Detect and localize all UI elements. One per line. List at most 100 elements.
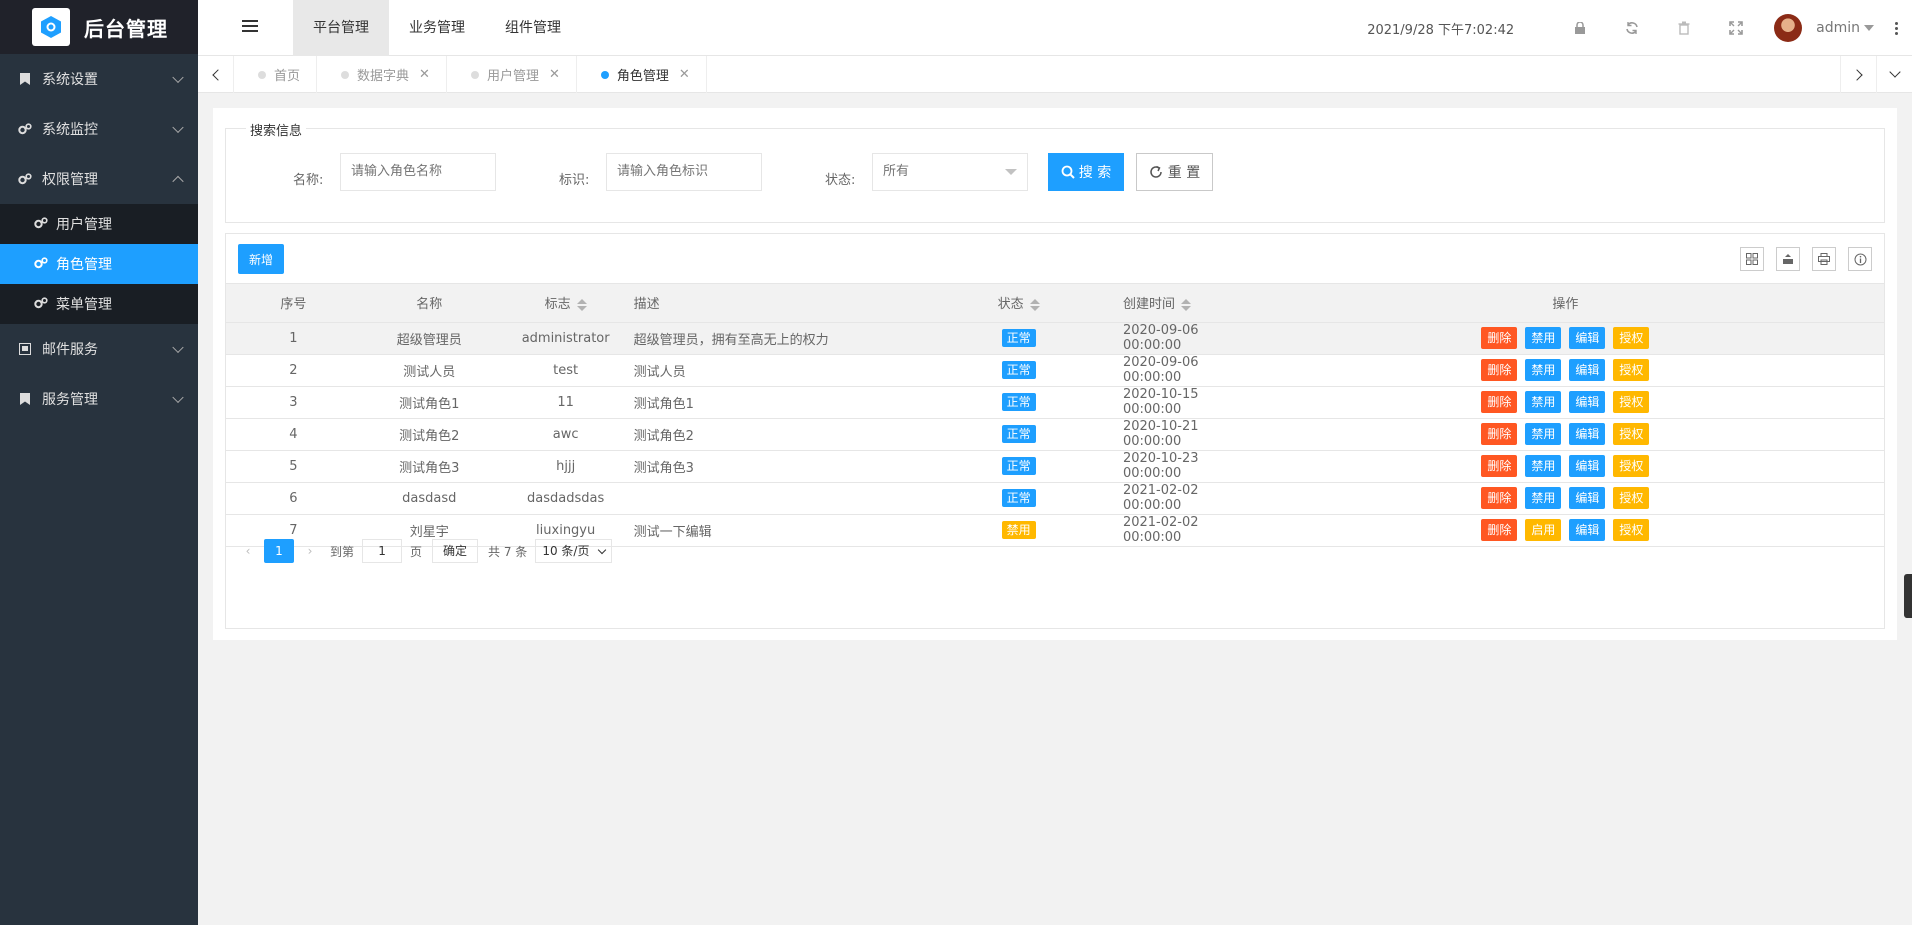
current-page[interactable]: 1 xyxy=(264,539,294,563)
role-name-input[interactable]: 请输入角色名称 xyxy=(340,153,496,191)
goto-page-input[interactable]: 1 xyxy=(362,539,403,563)
menu-toggle-icon[interactable] xyxy=(242,20,258,34)
sort-icon[interactable] xyxy=(1029,298,1040,311)
status-badge: 正常 xyxy=(1001,457,1036,475)
delete-button[interactable]: 删除 xyxy=(1481,391,1518,413)
edit-button[interactable]: 编辑 xyxy=(1569,487,1606,509)
delete-button[interactable]: 删除 xyxy=(1481,359,1518,381)
grant-button[interactable]: 授权 xyxy=(1613,487,1650,509)
delete-button[interactable]: 删除 xyxy=(1481,455,1518,477)
table-row[interactable]: 1 超级管理员 administrator 超级管理员，拥有至高无上的权力 正常 2020… xyxy=(226,322,1884,355)
sidebar-item-label: 角色管理 xyxy=(56,257,112,273)
close-icon[interactable]: ✕ xyxy=(549,67,560,82)
grant-button[interactable]: 授权 xyxy=(1613,327,1650,349)
sidebar-item-label: 用户管理 xyxy=(56,217,112,233)
edit-button[interactable]: 编辑 xyxy=(1569,423,1606,445)
header: 平台管理 业务管理 组件管理 2021/9/28 下午7:02:42 admin xyxy=(198,0,1912,56)
tab-label: 数据字典 xyxy=(357,69,410,84)
logo: 后台管理 xyxy=(0,0,198,54)
sidebar-item-services[interactable]: 服务管理 xyxy=(0,374,198,424)
role-table: 序号 名称 标志 描述 状态 创建时间 操作 1 超级管理员 administrat… xyxy=(226,284,1884,547)
sort-icon[interactable] xyxy=(576,298,587,311)
grant-button[interactable]: 授权 xyxy=(1613,359,1650,381)
sort-icon[interactable] xyxy=(1180,298,1191,311)
tab-dictionary[interactable]: 数据字典 ✕ xyxy=(317,56,447,93)
export-icon[interactable] xyxy=(1776,247,1800,271)
top-nav-components[interactable]: 组件管理 xyxy=(485,0,581,56)
user-name[interactable]: admin xyxy=(1816,20,1860,36)
col-header-created[interactable]: 创建时间 xyxy=(1122,284,1247,323)
col-header-status[interactable]: 状态 xyxy=(914,284,1123,323)
table-row[interactable]: 3 测试角色1 11 测试角色1 正常 2020-10-15 00:00:00 删除 禁用 编辑… xyxy=(226,386,1884,419)
sidebar-item-users[interactable]: 用户管理 xyxy=(0,204,198,244)
col-header-key[interactable]: 标志 xyxy=(497,284,634,323)
more-vertical-icon[interactable] xyxy=(1886,0,1906,56)
delete-button[interactable]: 删除 xyxy=(1481,487,1518,509)
prev-page-icon[interactable]: ‹ xyxy=(236,539,260,563)
sidebar-item-system-settings[interactable]: 系统设置 xyxy=(0,54,198,104)
tab-home[interactable]: 首页 xyxy=(234,56,318,93)
toggle-status-button[interactable]: 禁用 xyxy=(1525,327,1562,349)
cell-desc: 测试角色1 xyxy=(633,386,915,419)
info-icon[interactable] xyxy=(1848,247,1872,271)
close-icon[interactable]: ✕ xyxy=(679,67,690,82)
delete-button[interactable]: 删除 xyxy=(1481,327,1518,349)
edit-button[interactable]: 编辑 xyxy=(1569,391,1606,413)
sidebar-item-roles[interactable]: 角色管理 xyxy=(0,244,198,284)
table-row[interactable]: 6 dasdasd dasdadsdas 正常 2021-02-02 00:00:00 删… xyxy=(226,482,1884,515)
top-nav-business[interactable]: 业务管理 xyxy=(389,0,485,56)
cell-created: 2020-10-21 00:00:00 xyxy=(1122,418,1247,451)
tabs-menu-chevron-down-icon[interactable] xyxy=(1876,56,1912,93)
edit-button[interactable]: 编辑 xyxy=(1569,455,1606,477)
tabs-scroll-right-icon[interactable] xyxy=(1840,56,1876,93)
edit-button[interactable]: 编辑 xyxy=(1569,359,1606,381)
grant-button[interactable]: 授权 xyxy=(1613,423,1650,445)
tabs-scroll-left-icon[interactable] xyxy=(198,56,234,93)
cell-key: dasdadsdas xyxy=(497,482,634,515)
goto-label: 到第 xyxy=(330,544,355,559)
cell-status: 正常 xyxy=(914,354,1123,387)
trash-icon[interactable] xyxy=(1658,0,1710,56)
toggle-status-button[interactable]: 禁用 xyxy=(1525,487,1562,509)
sidebar-item-permissions[interactable]: 权限管理 xyxy=(0,154,198,204)
table-row[interactable]: 4 测试角色2 awc 测试角色2 正常 2020-10-21 00:00:00 删除 禁用编… xyxy=(226,418,1884,451)
close-icon[interactable]: ✕ xyxy=(419,67,430,82)
role-table-panel: 新增 序号 名称 标志 描述 状态 创建时间 操作 1 超级管理员 admini… xyxy=(225,233,1885,629)
next-page-icon[interactable]: › xyxy=(298,539,322,563)
sidebar-item-system-monitor[interactable]: 系统监控 xyxy=(0,104,198,154)
page-size-select[interactable]: 10 条/页 xyxy=(535,539,613,563)
toggle-status-button[interactable]: 禁用 xyxy=(1525,423,1562,445)
grant-button[interactable]: 授权 xyxy=(1613,391,1650,413)
role-key-input[interactable]: 请输入角色标识 xyxy=(606,153,762,191)
scrollbar-handle[interactable] xyxy=(1904,574,1912,618)
sidebar-item-menus[interactable]: 菜单管理 xyxy=(0,284,198,324)
lock-icon[interactable] xyxy=(1554,0,1606,56)
cell-name: 测试角色1 xyxy=(360,386,498,419)
columns-filter-icon[interactable] xyxy=(1740,247,1764,271)
toggle-status-button[interactable]: 禁用 xyxy=(1525,359,1562,381)
delete-button[interactable]: 删除 xyxy=(1481,423,1518,445)
search-button[interactable]: 搜 索 xyxy=(1048,153,1124,191)
caret-down-icon[interactable] xyxy=(1864,25,1874,31)
refresh-icon[interactable] xyxy=(1606,0,1658,56)
col-header-created-label: 创建时间 xyxy=(1122,297,1175,313)
print-icon[interactable] xyxy=(1812,247,1836,271)
tab-roles[interactable]: 角色管理 ✕ xyxy=(577,56,707,93)
status-select[interactable]: 所有 xyxy=(872,153,1028,191)
toggle-status-button[interactable]: 禁用 xyxy=(1525,455,1562,477)
add-role-button[interactable]: 新增 xyxy=(238,244,284,274)
fullscreen-icon[interactable] xyxy=(1710,0,1762,56)
sidebar-item-mail[interactable]: 邮件服务 xyxy=(0,324,198,374)
table-row[interactable]: 2 测试人员 test 测试人员 正常 2020-09-06 00:00:00 删除 禁用 编辑… xyxy=(226,354,1884,387)
main-card: 搜索信息 名称: 请输入角色名称 标识: 请输入角色标识 状态: 所有 搜 索 … xyxy=(213,108,1897,640)
goto-confirm-button[interactable]: 确定 xyxy=(432,539,479,563)
table-row[interactable]: 5 测试角色3 hjjj 测试角色3 正常 2020-10-23 00:00:00 删除 禁用… xyxy=(226,450,1884,483)
tabs-right xyxy=(1840,56,1912,93)
edit-button[interactable]: 编辑 xyxy=(1569,327,1606,349)
top-nav-platform[interactable]: 平台管理 xyxy=(293,0,389,56)
avatar[interactable] xyxy=(1774,14,1803,42)
tab-users[interactable]: 用户管理 ✕ xyxy=(447,56,577,93)
toggle-status-button[interactable]: 禁用 xyxy=(1525,391,1562,413)
reset-button[interactable]: 重 置 xyxy=(1136,153,1213,191)
grant-button[interactable]: 授权 xyxy=(1613,455,1650,477)
